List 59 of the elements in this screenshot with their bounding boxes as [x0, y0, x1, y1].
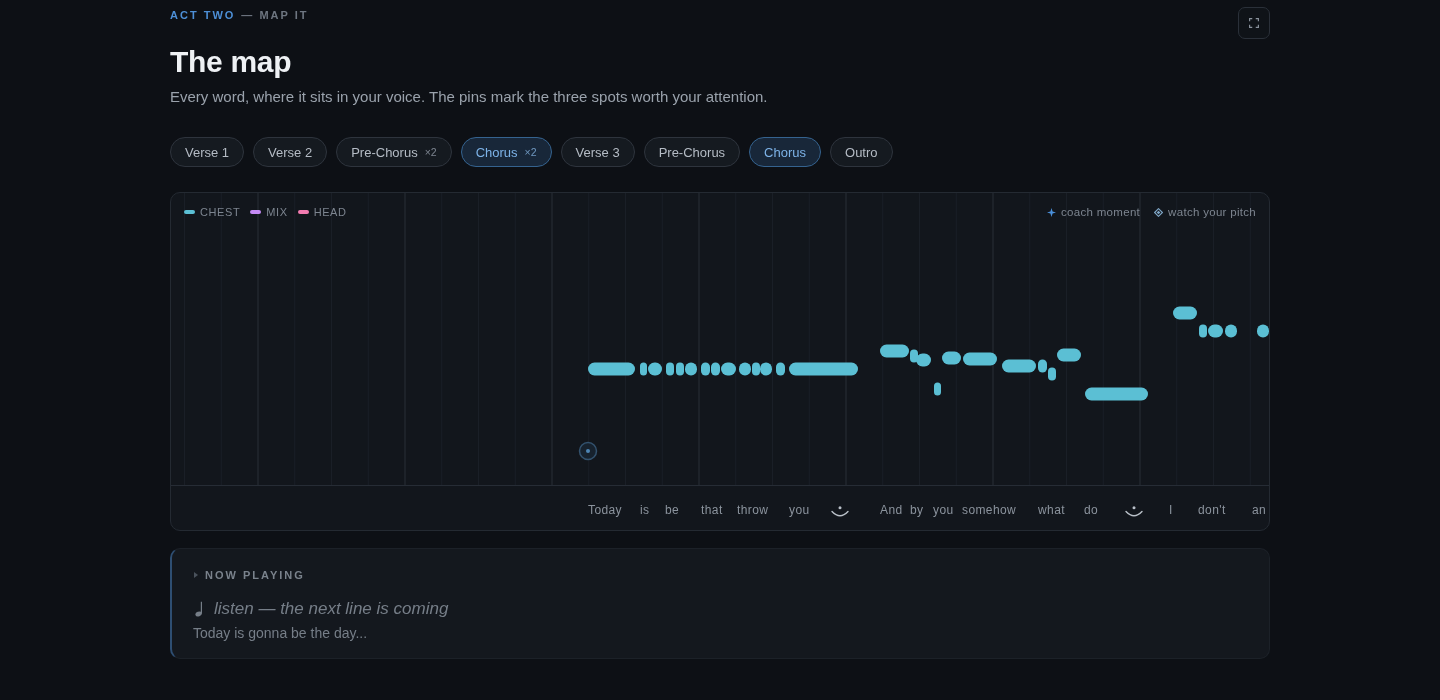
- sparkle-icon: [1047, 207, 1057, 217]
- pitch-note: [1038, 359, 1047, 373]
- section-tab[interactable]: Outro: [830, 137, 893, 167]
- music-note-icon: [195, 601, 204, 617]
- lyric-word: somehow: [962, 503, 1017, 517]
- legend-label: MIX: [266, 205, 288, 219]
- arc-dot-icon: [831, 506, 849, 518]
- lyric-line: Today is gonna be the day...: [193, 624, 369, 642]
- section-tab[interactable]: Verse 3: [560, 137, 635, 167]
- pitch-note: [1085, 387, 1148, 401]
- legend-label: coach moment: [1061, 205, 1141, 219]
- pitch-note: [1257, 324, 1269, 338]
- step-label: — MAP IT: [241, 8, 309, 22]
- expand-icon: [1249, 18, 1259, 28]
- pitch-note: [1173, 306, 1197, 320]
- page-title: The map: [170, 44, 293, 80]
- lyric-word: I: [1169, 503, 1173, 517]
- play-icon: [194, 572, 198, 578]
- pitch-note: [666, 362, 674, 376]
- section-tab[interactable]: Pre-Chorus: [643, 137, 741, 167]
- pitch-note: [1057, 348, 1081, 362]
- arc-dot-icon: [1125, 506, 1143, 518]
- section-tab[interactable]: Chorus ×2: [460, 137, 552, 167]
- lyric-word: an: [1252, 503, 1267, 517]
- section-label: NOW PLAYING: [205, 568, 305, 582]
- act-label: ACT TWO: [170, 8, 236, 22]
- lyric-word: And: [880, 503, 903, 517]
- pitch-note: [963, 352, 997, 366]
- legend-label: watch your pitch: [1168, 205, 1256, 219]
- cue-text: listen — the next line is coming: [214, 598, 449, 620]
- lyric-word: Today: [588, 503, 623, 517]
- pitch-note: [789, 362, 858, 376]
- lyric-word: do: [1084, 503, 1099, 517]
- pitch-note: [942, 351, 961, 365]
- pin-marker-icon[interactable]: [578, 441, 598, 461]
- pitch-note: [588, 362, 635, 376]
- fullscreen-button[interactable]: [1238, 7, 1270, 39]
- pitch-note: [776, 362, 785, 376]
- lyric-word: be: [665, 503, 680, 517]
- pitch-note: [1225, 324, 1237, 338]
- lyric-word: by: [910, 503, 924, 517]
- pitch-note: [934, 382, 941, 396]
- section-tab[interactable]: Chorus: [749, 137, 822, 167]
- lyric-word: you: [933, 503, 954, 517]
- pitch-note: [701, 362, 710, 376]
- lyric-word: that: [701, 503, 723, 517]
- page-subtitle: Every word, where it sits in your voice. The pins mark the three spots worth your attention.: [170, 87, 768, 107]
- legend-label: CHEST: [200, 205, 241, 219]
- pitch-note: [1002, 359, 1036, 373]
- lyric-word: is: [640, 503, 650, 517]
- diamond-icon: [1154, 207, 1164, 217]
- section-tab[interactable]: Verse 2: [253, 137, 328, 167]
- legend-label: HEAD: [313, 205, 347, 219]
- section-tab[interactable]: Pre-Chorus ×2: [336, 137, 452, 167]
- lyric-word: you: [789, 503, 810, 517]
- section-tab[interactable]: Verse 1: [170, 137, 245, 167]
- lyric-word: what: [1038, 503, 1065, 517]
- lyric-word: throw: [737, 503, 769, 517]
- lyric-word: don't: [1198, 503, 1226, 517]
